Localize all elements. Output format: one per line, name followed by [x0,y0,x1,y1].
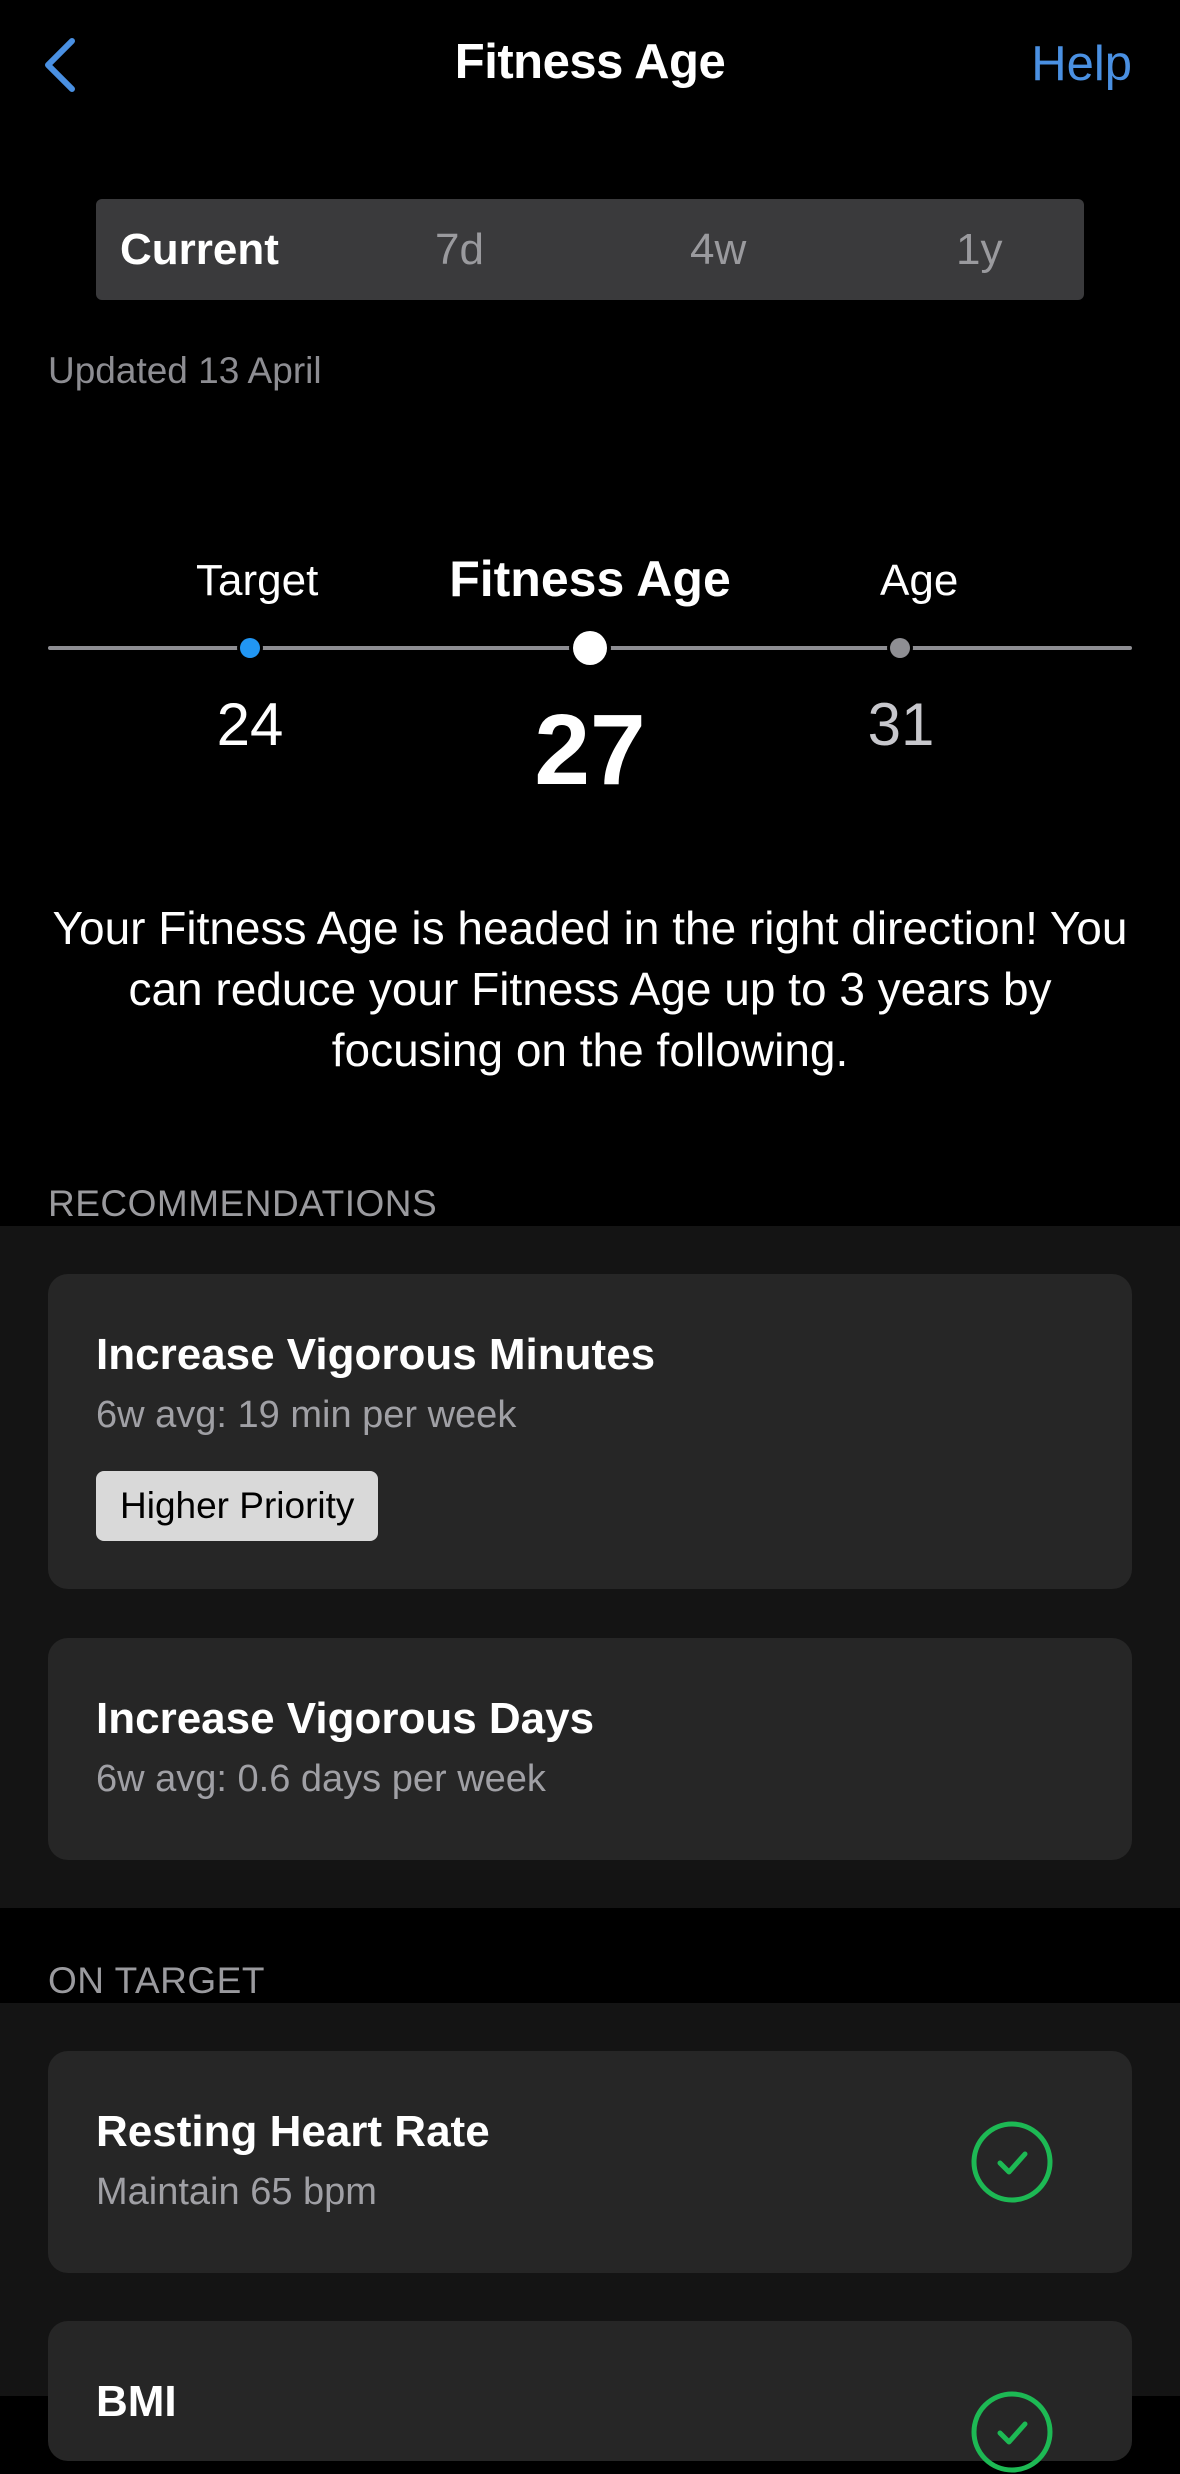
tab-4w[interactable]: 4w [690,199,746,300]
card-title: Increase Vigorous Days [96,1694,595,1743]
fitness-message: Your Fitness Age is headed in the right … [52,902,1128,1076]
on-target-section: Resting Heart Rate Maintain 65 bpm BMI [0,2003,1180,2473]
tab-7d[interactable]: 7d [435,199,484,300]
card-title: Increase Vigorous Minutes [96,1330,656,1379]
card-subtitle: Maintain 65 bpm [96,2171,377,2213]
fitness-age-value: 27 [534,694,646,806]
target-marker [240,638,260,658]
card-subtitle: 6w avg: 0.6 days per week [96,1758,546,1800]
check-circle-icon [971,2121,1053,2203]
on-target-header: ON TARGET [48,1960,265,2001]
recommendation-card-vigorous-days[interactable]: Increase Vigorous Days 6w avg: 0.6 days … [48,1638,1132,1860]
target-value: 24 [216,691,284,758]
tab-current[interactable]: Current [120,199,279,300]
period-segmented-control: Current 7d 4w 1y [96,199,1084,300]
recommendations-header: RECOMMENDATIONS [48,1183,438,1224]
fitness-age-marker [573,631,607,665]
page-title: Fitness Age [454,35,726,89]
age-value: 31 [867,691,935,758]
priority-badge: Higher Priority [96,1471,379,1541]
recommendations-section: Increase Vigorous Minutes 6w avg: 19 min… [0,1226,1180,1908]
check-circle-icon [971,2391,1053,2473]
updated-timestamp: Updated 13 April [48,350,322,391]
card-title: Resting Heart Rate [96,2107,490,2156]
help-button[interactable]: Help [1031,36,1132,92]
on-target-card-resting-heart-rate[interactable]: Resting Heart Rate Maintain 65 bpm [48,2051,1132,2273]
fitness-age-label: Fitness Age [449,551,731,607]
recommendation-card-vigorous-minutes[interactable]: Increase Vigorous Minutes 6w avg: 19 min… [48,1274,1132,1589]
card-title: BMI [96,2377,177,2426]
nav-bar: Fitness Age Help [0,0,1180,134]
card-subtitle: 6w avg: 19 min per week [96,1394,517,1436]
tab-1y[interactable]: 1y [956,199,1002,300]
age-marker [890,638,910,658]
age-label: Age [880,556,959,605]
on-target-card-bmi[interactable]: BMI [48,2321,1132,2473]
